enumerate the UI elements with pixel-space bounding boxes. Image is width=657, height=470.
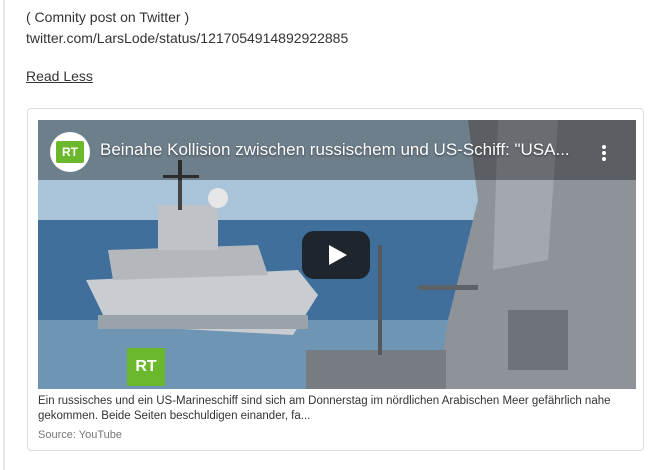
- link-preview-card[interactable]: RT Beinahe Kollision zwischen russischem…: [27, 108, 644, 451]
- rt-watermark: RT: [127, 348, 165, 386]
- post-context: ( Comnity post on Twitter ): [26, 9, 190, 25]
- preview-description: Ein russisches und ein US-Marineschiff s…: [38, 395, 611, 422]
- video-player[interactable]: RT Beinahe Kollision zwischen russischem…: [38, 120, 636, 389]
- post-body: ( Comnity post on Twitter ) twitter.com/…: [26, 7, 348, 49]
- play-icon[interactable]: [302, 231, 370, 279]
- video-title[interactable]: Beinahe Kollision zwischen russischem un…: [100, 140, 578, 160]
- more-vert-icon[interactable]: [598, 143, 610, 165]
- read-less-link[interactable]: Read Less: [26, 68, 93, 84]
- rt-channel-icon[interactable]: RT: [50, 132, 90, 172]
- preview-source: Source: YouTube: [38, 429, 122, 441]
- thread-line: [3, 0, 5, 470]
- tweet-url[interactable]: twitter.com/LarsLode/status/121705491489…: [26, 28, 348, 49]
- channel-badge: RT: [56, 141, 84, 163]
